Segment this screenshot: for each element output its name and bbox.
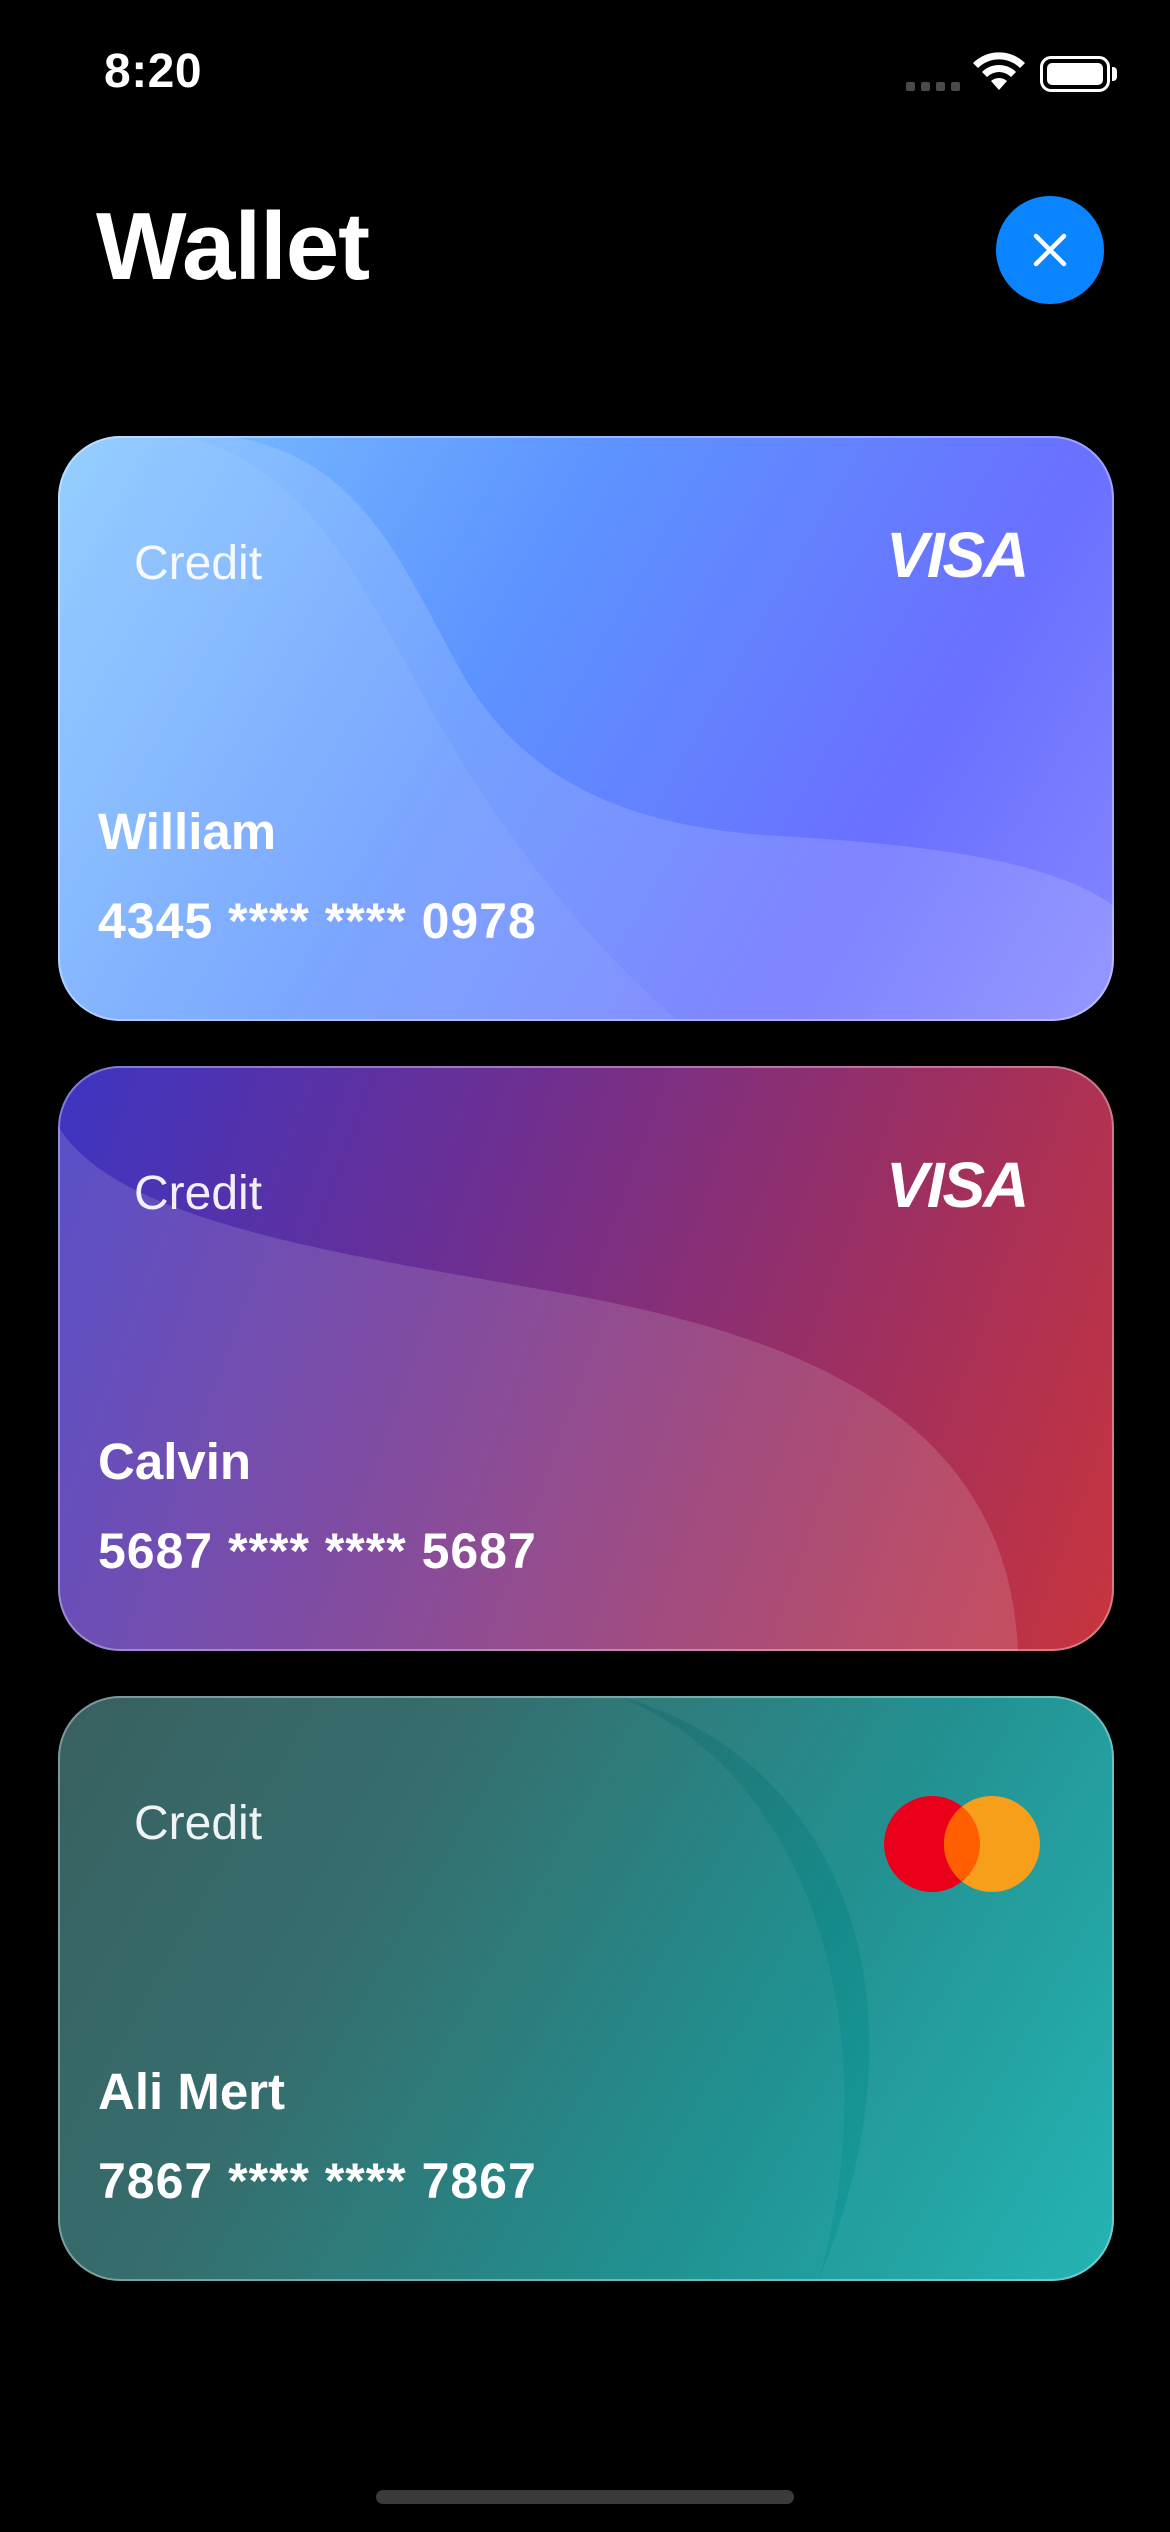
status-time: 8:20 xyxy=(104,45,203,98)
credit-card[interactable]: Credit VISA Calvin 5687 **** **** 5687 xyxy=(58,1066,1114,1651)
battery-icon xyxy=(1040,56,1110,92)
page-title: Wallet xyxy=(96,193,370,300)
card-holder-name: William xyxy=(98,803,277,860)
wifi-icon xyxy=(973,52,1025,90)
card-number: 5687 **** **** 5687 xyxy=(98,1523,537,1579)
visa-logo: VISA xyxy=(886,519,1029,591)
battery-tip xyxy=(1112,67,1117,81)
card-number: 7867 **** **** 7867 xyxy=(98,2153,537,2209)
home-indicator[interactable] xyxy=(376,2490,794,2504)
credit-card[interactable]: Credit VISA William 4345 **** **** 0978 xyxy=(58,436,1114,1021)
card-holder-name: Calvin xyxy=(98,1433,252,1490)
mastercard-logo xyxy=(884,1796,1040,1892)
credit-card[interactable]: Credit Ali Mert 7867 **** **** 7867 xyxy=(58,1696,1114,2281)
close-button[interactable] xyxy=(996,196,1104,304)
card-type-label: Credit xyxy=(134,1167,263,1220)
card-type-label: Credit xyxy=(134,1797,263,1850)
visa-logo: VISA xyxy=(886,1149,1029,1221)
card-number: 4345 **** **** 0978 xyxy=(98,893,537,949)
card-type-label: Credit xyxy=(134,537,263,590)
wallet-screen: 8:20 Wallet Credit VISA William 4345 ***… xyxy=(0,0,1170,2532)
status-bar: 8:20 xyxy=(0,0,1170,150)
signal-icon xyxy=(906,82,960,91)
card-holder-name: Ali Mert xyxy=(98,2063,286,2120)
close-icon xyxy=(1033,233,1067,267)
